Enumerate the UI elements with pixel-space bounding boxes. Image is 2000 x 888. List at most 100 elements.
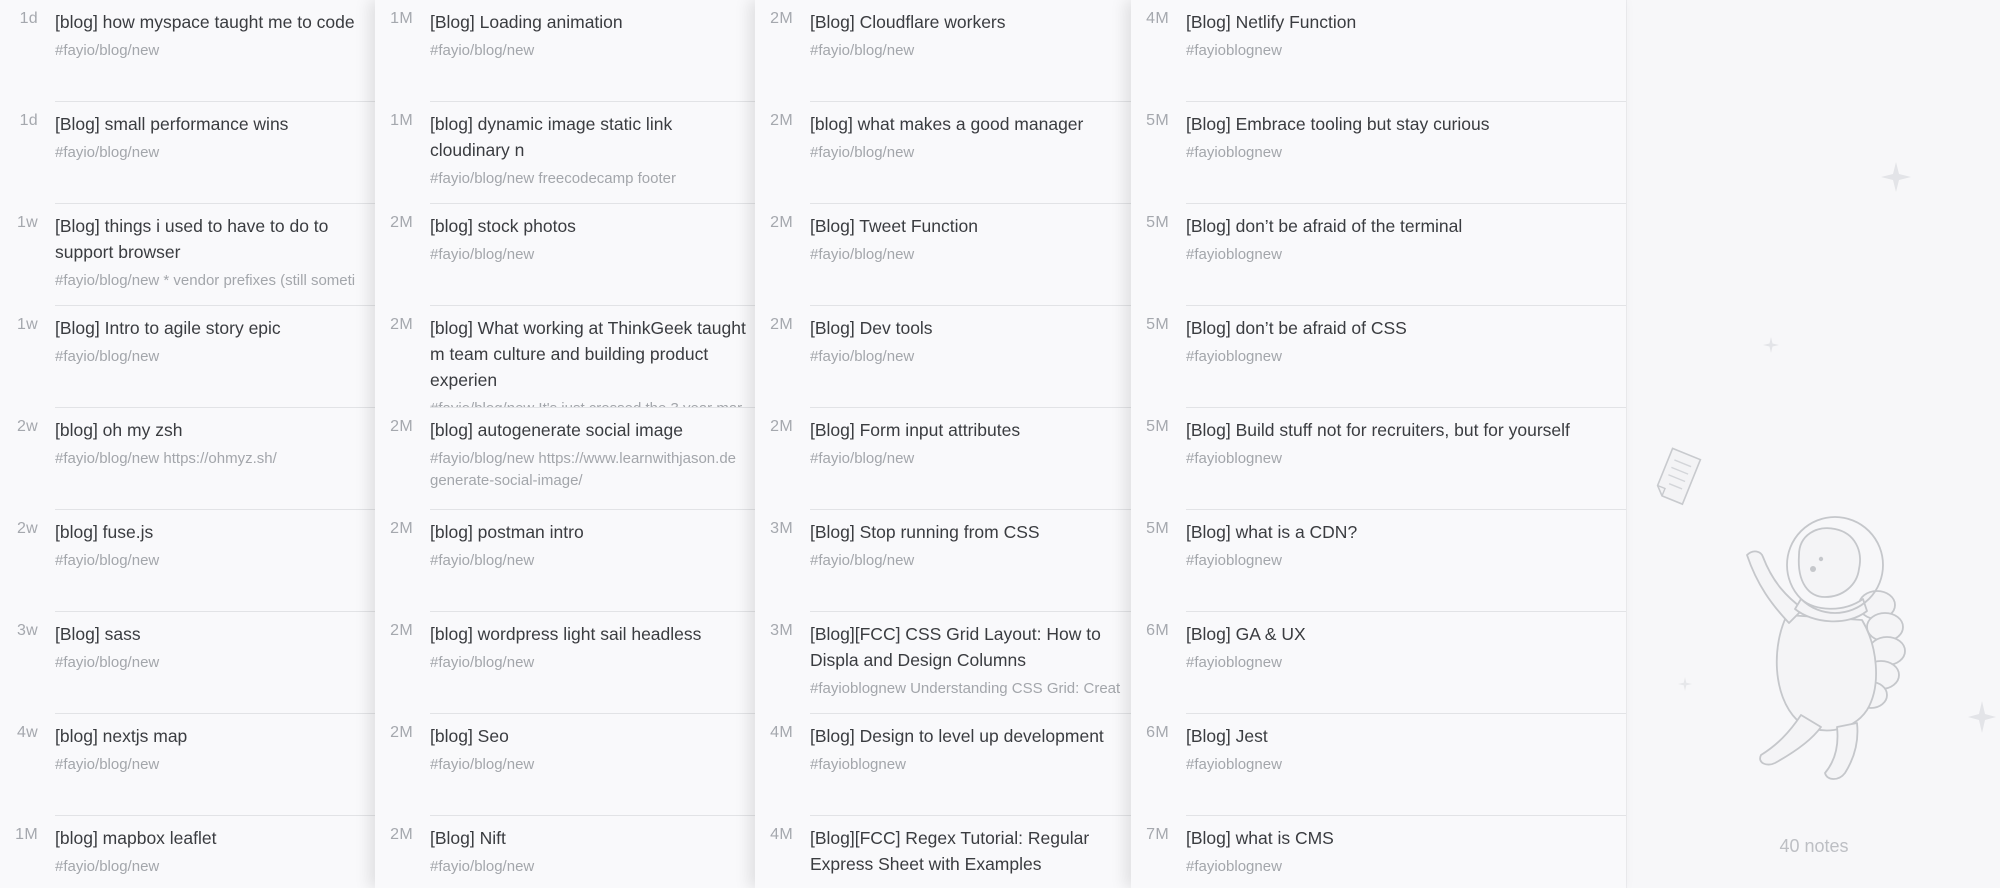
- note-age: 4M: [770, 826, 793, 843]
- note-preview: [Blog] Loading animation #fayio/blog/new: [430, 0, 755, 102]
- note-list-item[interactable]: 1w [Blog] Intro to agile story epic #fayio…: [0, 306, 375, 408]
- note-list-item[interactable]: 4w [blog] nextjs map #fayio/blog/new: [0, 714, 375, 816]
- note-title: [blog] mapbox leaflet: [55, 828, 217, 848]
- note-age: 2M: [770, 316, 793, 333]
- note-preview: [Blog] things i used to have to do to su…: [55, 204, 375, 306]
- notes-count: 40 notes: [1779, 836, 1849, 856]
- note-title: [blog] dynamic image static link cloudin…: [430, 114, 673, 160]
- note-age: 2M: [390, 724, 413, 741]
- note-age: 4w: [16, 724, 38, 741]
- note-list-column-4: 4M [Blog] Netlify Function #fayioblognew 5M…: [1131, 0, 1626, 888]
- note-age: 3M: [770, 622, 793, 639]
- note-list-item[interactable]: 2M [blog] What working at ThinkGeek taugh…: [375, 306, 755, 408]
- note-title: [Blog] Build stuff not for recruiters, b…: [1186, 420, 1570, 440]
- note-age: 1d: [19, 10, 38, 27]
- note-list-column-1: 1d [blog] how myspace taught me to code #f…: [0, 0, 375, 888]
- note-title: [Blog] sass: [55, 624, 141, 644]
- note-list-item[interactable]: 4M [Blog] Netlify Function #fayioblognew: [1131, 0, 1626, 102]
- sparkle-icon: [1968, 701, 1996, 733]
- note-preview: [Blog] don’t be afraid of the terminal #f…: [1186, 204, 1626, 306]
- note-snippet: #fayio/blog/new freecodecamp footer: [430, 170, 676, 187]
- note-list-item[interactable]: 3M [Blog] Stop running from CSS #fayio/blo…: [755, 510, 1131, 612]
- note-list-item[interactable]: 5M [Blog] don’t be afraid of CSS #fayioblo…: [1131, 306, 1626, 408]
- note-list-item[interactable]: 7M [Blog] what is CMS #fayioblognew: [1131, 816, 1626, 888]
- note-preview: [Blog] don’t be afraid of CSS #fayioblogn…: [1186, 306, 1626, 408]
- note-title: [Blog][FCC] CSS Grid Layout: How to Disp…: [810, 624, 1101, 670]
- note-list-item[interactable]: 1d [Blog] small performance wins #fayio/bl…: [0, 102, 375, 204]
- note-preview: [Blog][FCC] Regex Tutorial: Regular Expr…: [810, 816, 1131, 888]
- note-preview: [Blog] Netlify Function #fayioblognew: [1186, 0, 1626, 102]
- note-title: [blog] autogenerate social image: [430, 420, 683, 440]
- note-preview: [Blog] Build stuff not for recruiters, b…: [1186, 408, 1626, 510]
- note-age: 2M: [390, 826, 413, 843]
- note-title: [Blog] Netlify Function: [1186, 12, 1357, 32]
- note-title: [Blog] Embrace tooling but stay curious: [1186, 114, 1490, 134]
- note-list-item[interactable]: 1M [Blog] Loading animation #fayio/blog/ne…: [375, 0, 755, 102]
- note-list-item[interactable]: 2M [blog] Seo #fayio/blog/new: [375, 714, 755, 816]
- note-snippet: #fayio/blog/new: [55, 348, 160, 365]
- note-list-item[interactable]: 4M [Blog][FCC] Regex Tutorial: Regular Ex…: [755, 816, 1131, 888]
- note-list-item[interactable]: 5M [Blog] don’t be afraid of the terminal…: [1131, 204, 1626, 306]
- note-list-item[interactable]: 6M [Blog] Jest #fayioblognew: [1131, 714, 1626, 816]
- note-age: 6M: [1146, 622, 1169, 639]
- note-list-item[interactable]: 2M [blog] stock photos #fayio/blog/new: [375, 204, 755, 306]
- note-list-item[interactable]: 2M [blog] what makes a good manager #fayio…: [755, 102, 1131, 204]
- note-list-item[interactable]: 2w [blog] oh my zsh #fayio/blog/new https:…: [0, 408, 375, 510]
- note-list-item[interactable]: 3M [Blog][FCC] CSS Grid Layout: How to Di…: [755, 612, 1131, 714]
- note-list-item[interactable]: 6M [Blog] GA & UX #fayioblognew: [1131, 612, 1626, 714]
- note-preview: [Blog] GA & UX #fayioblognew: [1186, 612, 1626, 714]
- note-snippet: #fayio/blog/new https://www.learnwithjas…: [430, 450, 737, 489]
- note-snippet: #fayioblognew: [1186, 756, 1282, 773]
- note-list-item[interactable]: 2M [blog] wordpress light sail headless #f…: [375, 612, 755, 714]
- note-list-item[interactable]: 4M [Blog] Design to level up development #…: [755, 714, 1131, 816]
- empty-editor-pane: 40 notes: [1626, 0, 2000, 888]
- note-title: [blog] stock photos: [430, 216, 576, 236]
- note-snippet: #fayio/blog/new: [55, 42, 160, 59]
- note-list-item[interactable]: 5M [Blog] Embrace tooling but stay curiou…: [1131, 102, 1626, 204]
- note-list-item[interactable]: 5M [Blog] what is a CDN? #fayioblognew: [1131, 510, 1626, 612]
- note-list-item[interactable]: 2w [blog] fuse.js #fayio/blog/new: [0, 510, 375, 612]
- note-preview: [blog] stock photos #fayio/blog/new: [430, 204, 755, 306]
- note-age: 2M: [390, 316, 413, 333]
- note-list-item[interactable]: 2M [Blog] Tweet Function #fayio/blog/new: [755, 204, 1131, 306]
- note-title: [Blog] Tweet Function: [810, 216, 978, 236]
- note-age: 5M: [1146, 112, 1169, 129]
- note-age: 1M: [390, 10, 413, 27]
- note-age: 7M: [1146, 826, 1169, 843]
- note-preview: [Blog] Form input attributes #fayio/blog/…: [810, 408, 1131, 510]
- note-list-item[interactable]: 1w [Blog] things i used to have to do to …: [0, 204, 375, 306]
- note-list-item[interactable]: 2M [Blog] Form input attributes #fayio/blo…: [755, 408, 1131, 510]
- note-list-item[interactable]: 2M [Blog] Nift #fayio/blog/new: [375, 816, 755, 888]
- note-list-item[interactable]: 2M [Blog] Cloudflare workers #fayio/blog/n…: [755, 0, 1131, 102]
- note-snippet: #fayio/blog/new https://ohmyz.sh/: [55, 450, 277, 467]
- note-preview: [Blog] Embrace tooling but stay curious #…: [1186, 102, 1626, 204]
- note-age: 2M: [390, 418, 413, 435]
- note-list-item[interactable]: 1M [blog] mapbox leaflet #fayio/blog/new: [0, 816, 375, 888]
- note-age: 3w: [16, 622, 38, 639]
- note-age: 1d: [19, 112, 38, 129]
- note-list-item[interactable]: 1M [blog] dynamic image static link cloud…: [375, 102, 755, 204]
- note-preview: [Blog] Dev tools #fayio/blog/new: [810, 306, 1131, 408]
- note-list-item[interactable]: 5M [Blog] Build stuff not for recruiters,…: [1131, 408, 1626, 510]
- note-preview: [Blog] Intro to agile story epic #fayio/b…: [55, 306, 375, 408]
- note-title: [Blog] don’t be afraid of the terminal: [1186, 216, 1463, 236]
- note-preview: [blog] what makes a good manager #fayio/b…: [810, 102, 1131, 204]
- note-age: 4M: [1146, 10, 1169, 27]
- note-list-item[interactable]: 2M [Blog] Dev tools #fayio/blog/new: [755, 306, 1131, 408]
- note-list-item[interactable]: 3w [Blog] sass #fayio/blog/new: [0, 612, 375, 714]
- note-list-item[interactable]: 2M [blog] autogenerate social image #fayio…: [375, 408, 755, 510]
- note-snippet: #fayio/blog/new: [430, 42, 535, 59]
- note-list-item[interactable]: 1d [blog] how myspace taught me to code #f…: [0, 0, 375, 102]
- note-age: 1w: [16, 214, 38, 231]
- note-snippet: #fayio/blog/new: [55, 858, 160, 875]
- note-preview: [Blog][FCC] CSS Grid Layout: How to Disp…: [810, 612, 1131, 714]
- note-list-item[interactable]: 2M [blog] postman intro #fayio/blog/new: [375, 510, 755, 612]
- note-preview: [Blog] Tweet Function #fayio/blog/new: [810, 204, 1131, 306]
- note-age: 2M: [770, 214, 793, 231]
- note-age: 1w: [16, 316, 38, 333]
- note-preview: [Blog] sass #fayio/blog/new: [55, 612, 375, 714]
- note-age: 5M: [1146, 418, 1169, 435]
- note-title: [Blog] what is CMS: [1186, 828, 1334, 848]
- note-preview: [blog] mapbox leaflet #fayio/blog/new: [55, 816, 375, 888]
- note-snippet: #fayioblognew: [1186, 654, 1282, 671]
